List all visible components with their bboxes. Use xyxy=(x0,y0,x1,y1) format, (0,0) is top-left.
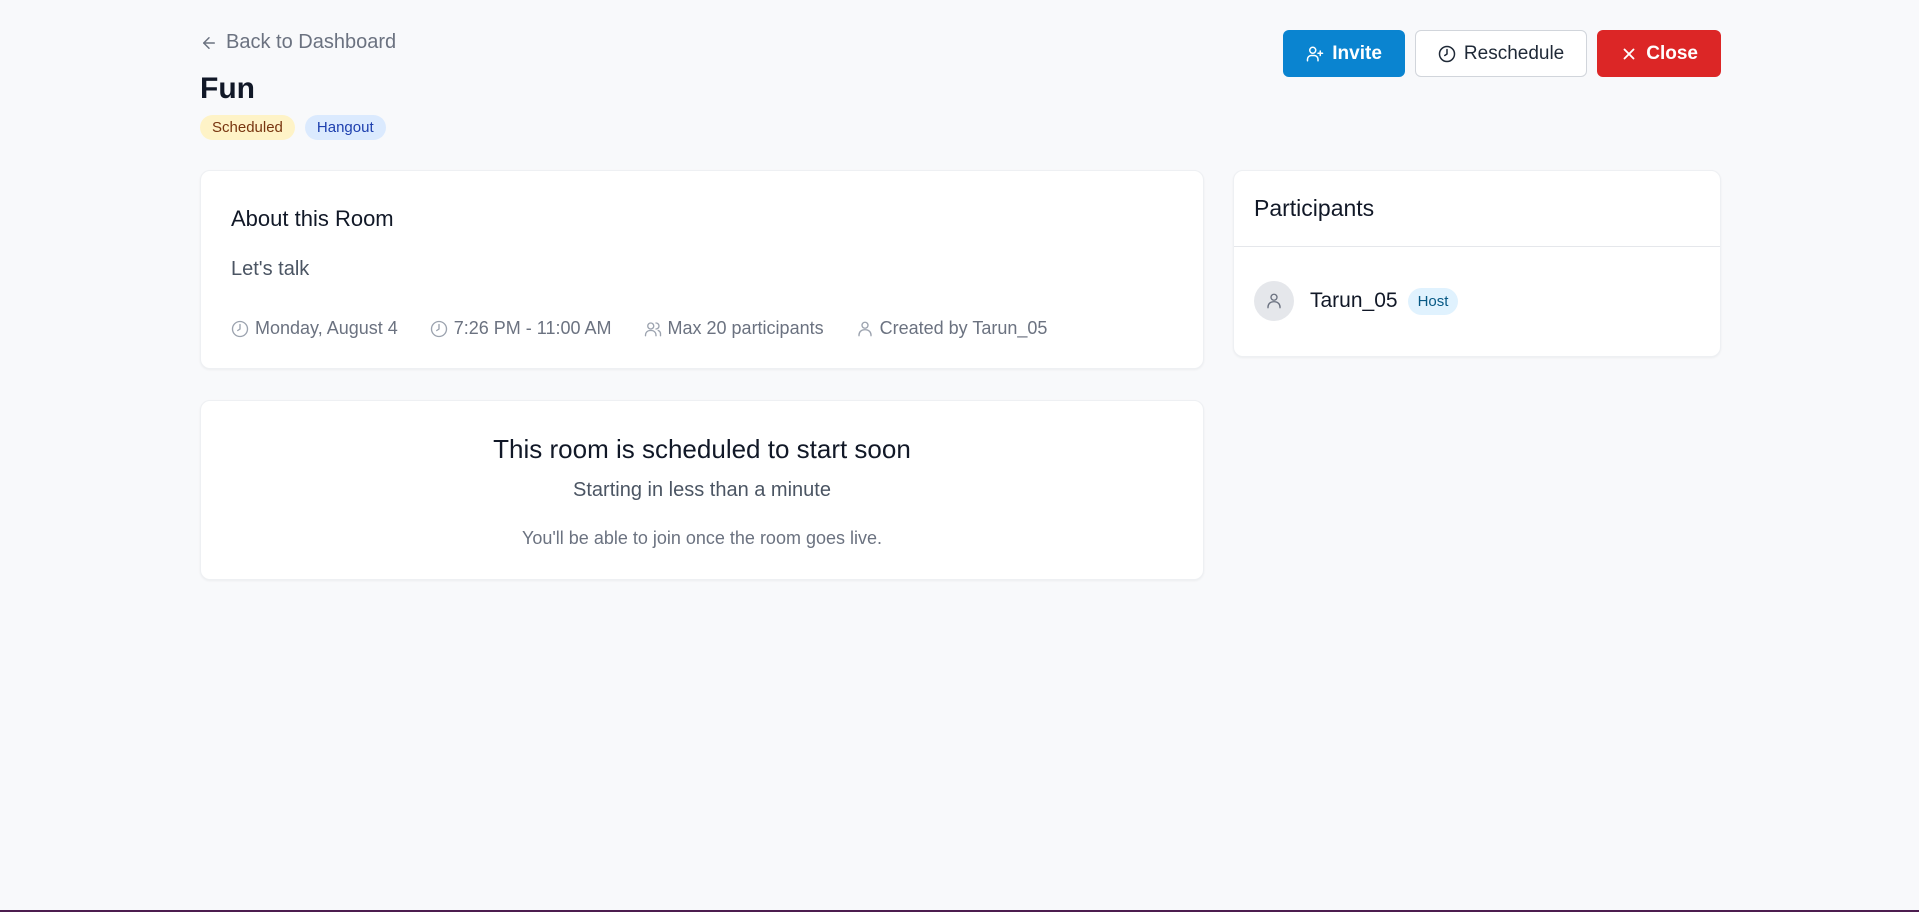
about-room-card: About this Room Let's talk Monday, Augus… xyxy=(200,170,1204,369)
room-time: 7:26 PM - 11:00 AM xyxy=(430,318,612,339)
host-badge: Host xyxy=(1407,287,1459,315)
room-date-text: Monday, August 4 xyxy=(255,318,398,338)
close-button[interactable]: Close xyxy=(1597,30,1721,77)
room-meta: Monday, August 4 7:26 PM - 11:00 AM Max … xyxy=(231,318,1047,339)
reschedule-button[interactable]: Reschedule xyxy=(1414,30,1588,77)
divider xyxy=(1234,246,1720,247)
close-icon xyxy=(1623,48,1635,59)
avatar xyxy=(1254,281,1294,321)
back-link-label: Back to Dashboard xyxy=(226,31,397,53)
room-description: Let's talk xyxy=(231,258,310,280)
room-creator-text: Created by Tarun_05 xyxy=(879,318,1048,338)
reschedule-button-label: Reschedule xyxy=(1463,42,1565,64)
participant-item[interactable]: Tarun_05 Host xyxy=(1254,281,1459,321)
user-plus-icon xyxy=(1307,46,1324,61)
status-heading: This room is scheduled to start soon xyxy=(493,434,911,464)
clock-icon xyxy=(231,320,249,337)
status-note: You'll be able to join once the room goe… xyxy=(521,528,882,548)
users-icon xyxy=(644,321,661,336)
invite-button-label: Invite xyxy=(1332,42,1382,64)
status-badge: Scheduled xyxy=(200,115,295,140)
page-title: Fun xyxy=(200,72,255,105)
clock-icon xyxy=(1438,45,1456,62)
room-time-text: 7:26 PM - 11:00 AM xyxy=(453,318,612,338)
invite-button[interactable]: Invite xyxy=(1283,30,1405,77)
room-badges: Scheduled Hangout xyxy=(200,115,386,140)
back-to-dashboard-link[interactable]: Back to Dashboard xyxy=(200,31,396,54)
participants-heading: Participants xyxy=(1254,195,1375,221)
participant-name: Tarun_05 xyxy=(1310,289,1398,312)
header-actions: Invite Reschedule Close xyxy=(1283,30,1721,77)
user-icon xyxy=(1267,293,1281,309)
participants-card: Participants Tarun_05 Host xyxy=(1233,170,1721,357)
clock-icon xyxy=(430,320,447,337)
status-countdown: Starting in less than a minute xyxy=(573,479,831,501)
room-creator: Created by Tarun_05 xyxy=(856,318,1048,339)
room-page: Back to Dashboard Fun Scheduled Hangout … xyxy=(200,0,1721,912)
about-heading: About this Room xyxy=(231,206,394,231)
room-capacity-text: Max 20 participants xyxy=(667,318,824,338)
room-date: Monday, August 4 xyxy=(231,318,398,339)
room-status-card: This room is scheduled to start soon Sta… xyxy=(200,400,1204,580)
arrow-left-icon xyxy=(203,36,215,49)
user-icon xyxy=(857,321,872,336)
category-badge: Hangout xyxy=(304,115,386,140)
room-capacity: Max 20 participants xyxy=(644,318,824,339)
close-button-label: Close xyxy=(1646,42,1698,64)
